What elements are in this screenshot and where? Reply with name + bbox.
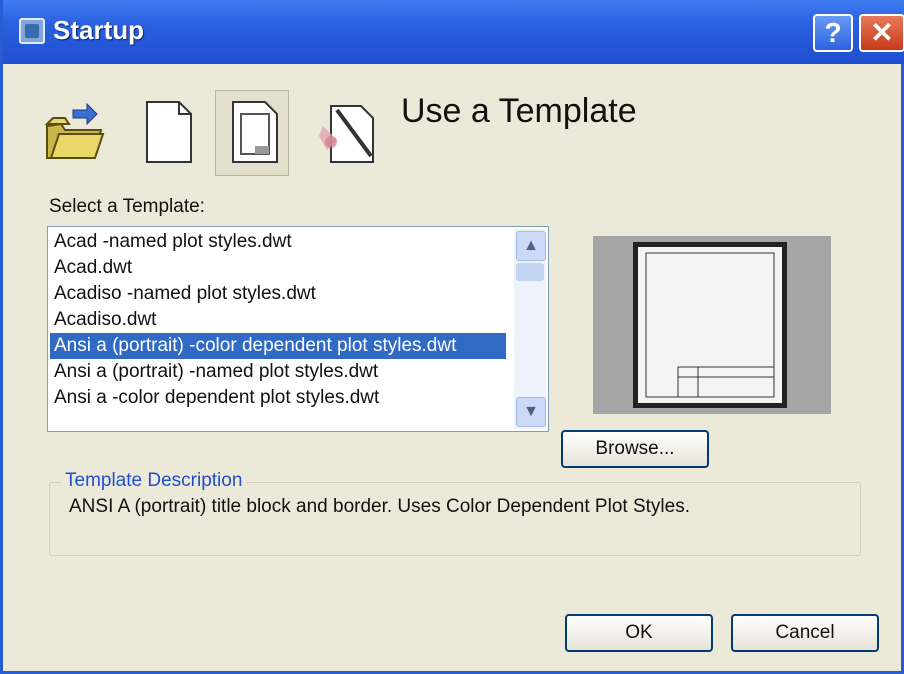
title-bar[interactable]: Startup ? ✕	[3, 0, 904, 64]
blank-page-icon[interactable]	[139, 96, 203, 168]
template-page-icon[interactable]	[223, 96, 287, 168]
close-button[interactable]: ✕	[859, 14, 904, 52]
ok-button[interactable]: OK	[565, 614, 713, 652]
cancel-button[interactable]: Cancel	[731, 614, 879, 652]
template-description-group	[49, 482, 861, 556]
list-item[interactable]: Ansi a -color dependent plot styles.dwt	[54, 385, 506, 411]
template-description-text: ANSI A (portrait) title block and border…	[69, 496, 690, 517]
scroll-up-icon[interactable]: ▲	[516, 231, 546, 261]
preview-drawing	[645, 252, 775, 398]
wizard-icon[interactable]	[317, 96, 381, 168]
list-item[interactable]: Acad.dwt	[54, 255, 506, 281]
preview-sheet	[633, 242, 787, 408]
scroll-thumb[interactable]	[516, 263, 544, 281]
template-listbox[interactable]: Acad -named plot styles.dwt Acad.dwt Aca…	[47, 226, 549, 432]
window-title: Startup	[53, 15, 144, 45]
browse-button[interactable]: Browse...	[561, 430, 709, 468]
template-preview	[593, 236, 831, 414]
list-item[interactable]: Ansi a (portrait) -named plot styles.dwt	[54, 359, 506, 385]
startup-dialog: Startup ? ✕ Use a Template Select a Temp…	[0, 0, 904, 674]
template-description-title: Template Description	[61, 470, 247, 492]
list-item[interactable]: Acadiso.dwt	[54, 307, 506, 333]
list-item[interactable]: Acad -named plot styles.dwt	[54, 229, 506, 255]
listbox-scrollbar[interactable]: ▲ ▼	[514, 229, 546, 429]
scroll-down-icon[interactable]: ▼	[516, 397, 546, 427]
select-template-label: Select a Template:	[49, 196, 205, 217]
mode-heading: Use a Template	[401, 92, 637, 130]
help-button[interactable]: ?	[813, 14, 853, 52]
open-folder-icon[interactable]	[43, 96, 107, 168]
list-item[interactable]: Acadiso -named plot styles.dwt	[54, 281, 506, 307]
app-icon	[19, 18, 45, 44]
list-item-selected[interactable]: Ansi a (portrait) -color dependent plot …	[50, 333, 506, 359]
